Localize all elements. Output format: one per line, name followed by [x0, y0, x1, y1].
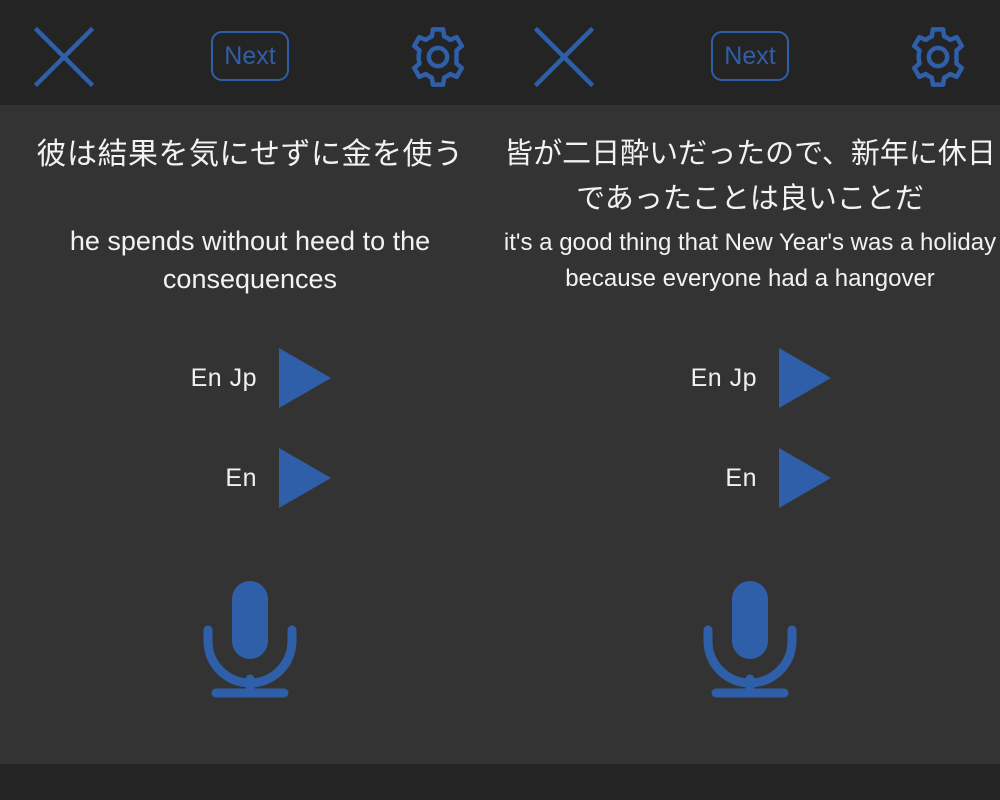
- play-icon[interactable]: [779, 448, 831, 508]
- play-en-label: En: [225, 463, 257, 492]
- play-en-button[interactable]: En: [500, 448, 1000, 508]
- microphone-icon[interactable]: [690, 575, 810, 700]
- bottom-bar: [0, 764, 1000, 800]
- top-toolbar: Next Next: [0, 0, 1000, 105]
- card-panel-2: 皆が二日酔いだったので、新年に休日であったことは良いことだ it's a goo…: [500, 105, 1000, 764]
- next-button[interactable]: Next: [211, 31, 289, 81]
- toolbar-panel-2: Next: [500, 0, 1000, 105]
- app-root: Next Next 彼は結果を気にせずに金を使う he spends witho…: [0, 0, 1000, 800]
- play-icon[interactable]: [279, 348, 331, 408]
- close-icon[interactable]: [33, 26, 95, 88]
- english-translation: it's a good thing that New Year's was a …: [503, 229, 997, 292]
- japanese-sentence: 彼は結果を気にせずに金を使う: [36, 138, 464, 171]
- play-en-label: En: [725, 463, 757, 492]
- play-en-jp-label: En Jp: [190, 363, 257, 392]
- english-translation: he spends without heed to the consequenc…: [69, 226, 431, 294]
- gear-icon[interactable]: [904, 23, 972, 91]
- play-en-jp-button[interactable]: En Jp: [0, 348, 500, 408]
- content-area: 彼は結果を気にせずに金を使う he spends without heed to…: [0, 105, 1000, 764]
- play-en-button[interactable]: En: [0, 448, 500, 508]
- close-icon[interactable]: [533, 26, 595, 88]
- play-icon[interactable]: [279, 448, 331, 508]
- play-en-jp-button[interactable]: En Jp: [500, 348, 1000, 408]
- card-panel-1: 彼は結果を気にせずに金を使う he spends without heed to…: [0, 105, 500, 764]
- next-button[interactable]: Next: [711, 31, 789, 81]
- microphone-icon[interactable]: [190, 575, 310, 700]
- toolbar-panel-1: Next: [0, 0, 500, 105]
- play-icon[interactable]: [779, 348, 831, 408]
- japanese-sentence: 皆が二日酔いだったので、新年に休日であったことは良いことだ: [504, 138, 996, 215]
- play-en-jp-label: En Jp: [690, 363, 757, 392]
- gear-icon[interactable]: [404, 23, 472, 91]
